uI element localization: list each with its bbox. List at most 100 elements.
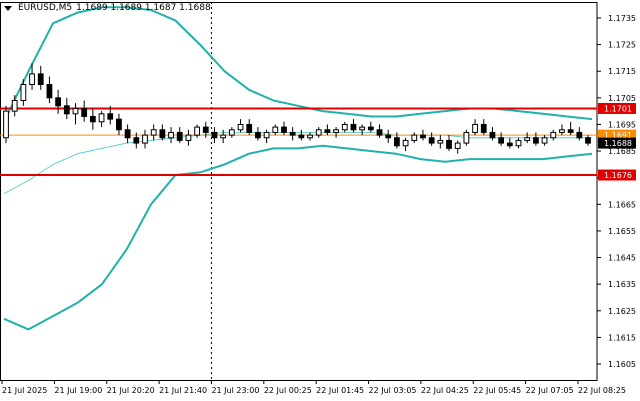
- x-tick-label: 21 Jul 21:40: [159, 386, 207, 395]
- symbol-header: EURUSD,M5 1.1689 1.1689 1.1687 1.1688: [4, 3, 211, 13]
- candle-body: [376, 129, 383, 136]
- candle-body: [211, 131, 218, 139]
- candle-body: [437, 139, 444, 144]
- candle-body: [333, 129, 339, 133]
- candle-body: [272, 126, 279, 133]
- y-tick-label: 1.1625: [608, 307, 636, 316]
- candle-body: [367, 126, 374, 131]
- y-tick-label: 1.1655: [608, 227, 636, 236]
- candle-body: [228, 129, 235, 136]
- candle-body: [185, 134, 192, 141]
- candle-body: [220, 134, 227, 139]
- candle-body: [72, 107, 79, 115]
- candle-body: [11, 99, 18, 112]
- y-tick-label: 1.1735: [608, 14, 636, 23]
- candle-body: [46, 84, 53, 99]
- symbol-dropdown-icon[interactable]: [4, 5, 12, 11]
- candle-body: [298, 134, 305, 139]
- candle-body: [567, 129, 574, 133]
- x-tick-label: 22 Jul 01:45: [316, 386, 364, 395]
- x-tick-label: 22 Jul 05:45: [473, 386, 521, 395]
- candle-body: [246, 123, 253, 133]
- x-tick-label: 22 Jul 07:05: [526, 386, 574, 395]
- candle-body: [359, 126, 366, 131]
- candle-body: [411, 134, 418, 141]
- candle-body: [237, 123, 244, 131]
- candle-body: [150, 129, 157, 136]
- x-tick-label: 21 Jul 2025: [2, 386, 47, 395]
- y-tick-label: 1.1645: [608, 254, 636, 263]
- x-tick-label: 22 Jul 04:25: [421, 386, 469, 395]
- level-price-label: 1.1676: [604, 171, 632, 180]
- candle-body: [559, 129, 565, 133]
- candle-body: [98, 113, 105, 123]
- candle-body: [498, 137, 505, 144]
- price-chart[interactable]: 1.17351.17251.17151.17051.16951.16851.16…: [0, 0, 640, 401]
- candle-body: [402, 139, 409, 147]
- candle-body: [255, 131, 261, 139]
- x-tick-label: 21 Jul 20:20: [107, 386, 155, 395]
- candle-body: [489, 131, 496, 139]
- candle-body: [116, 118, 122, 131]
- level-price-label: 1.1688: [604, 139, 632, 148]
- candle-body: [37, 73, 44, 86]
- candle-body: [420, 134, 426, 139]
- candle-body: [307, 134, 313, 139]
- candle-body: [472, 123, 478, 133]
- candle-body: [81, 107, 88, 117]
- chart-area[interactable]: 1.1735 1.1725 1.1715 1.1705 1.1695 1.1685 1.16…: [0, 0, 640, 401]
- x-tick-label: 22 Jul 08:25: [578, 386, 626, 395]
- candle-body: [576, 131, 583, 139]
- candle-body: [107, 113, 114, 120]
- candle-body: [63, 105, 70, 115]
- candle-body: [394, 137, 400, 147]
- candle-body: [463, 131, 470, 144]
- candle-body: [124, 129, 131, 139]
- candle-body: [202, 126, 209, 133]
- candle-body: [446, 139, 452, 149]
- x-tick-label: 22 Jul 00:25: [264, 386, 312, 395]
- y-tick-label: 1.1725: [608, 41, 636, 50]
- y-tick-label: 1.1705: [608, 94, 636, 103]
- candle-body: [194, 126, 200, 136]
- candle-body: [20, 84, 27, 101]
- y-tick-label: 1.1605: [608, 360, 636, 369]
- candle-body: [541, 137, 548, 144]
- x-tick-label: 21 Jul 23:00: [211, 386, 259, 395]
- candle-body: [29, 73, 35, 86]
- candle-body: [506, 142, 513, 147]
- candle-body: [168, 131, 174, 139]
- candle-body: [89, 115, 96, 123]
- ohlc-values: 1.1689 1.1689 1.1687 1.1688: [76, 3, 211, 13]
- candle-body: [142, 134, 148, 144]
- candle-body: [585, 137, 591, 144]
- candle-body: [55, 97, 62, 107]
- x-tick-label: 21 Jul 19:00: [54, 386, 102, 395]
- candle-body: [532, 137, 539, 144]
- y-tick-label: 1.1665: [608, 200, 636, 209]
- y-tick-label: 1.1635: [608, 280, 636, 289]
- x-tick-label: 22 Jul 03:05: [369, 386, 417, 395]
- candle-body: [454, 142, 461, 149]
- candle-body: [428, 137, 435, 144]
- candle-body: [263, 131, 270, 139]
- y-tick-label: 1.1695: [608, 120, 636, 129]
- candle-body: [176, 131, 183, 141]
- candle-body: [3, 110, 9, 139]
- lower-bollinger-band: [3, 144, 593, 331]
- candle-body: [350, 123, 357, 131]
- upper-bollinger-band: [3, 6, 593, 123]
- candle-body: [315, 129, 322, 136]
- candle-body: [341, 123, 348, 131]
- candle-body: [159, 129, 166, 139]
- level-price-label: 1.1701: [604, 104, 632, 113]
- candle-body: [515, 139, 522, 147]
- candle-body: [289, 131, 296, 136]
- y-tick-label: 1.1615: [608, 333, 636, 342]
- candle-body: [550, 131, 557, 139]
- candle-body: [524, 137, 531, 141]
- candle-body: [480, 123, 487, 133]
- candle-body: [133, 137, 140, 144]
- candle-body: [281, 126, 287, 133]
- candle-body: [324, 129, 331, 133]
